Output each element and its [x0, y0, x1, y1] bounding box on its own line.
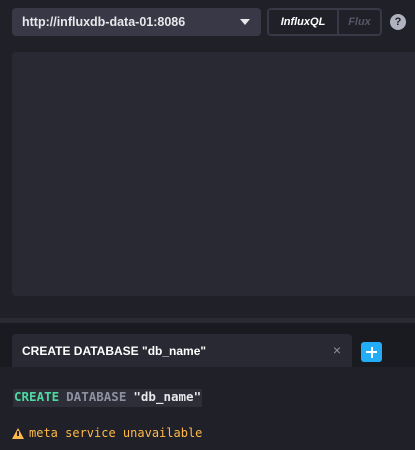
query-toolbar: http://influxdb-data-01:8086 InfluxQL Fl… [0, 0, 415, 44]
add-tab-button[interactable] [361, 342, 382, 362]
code-line: CREATE DATABASE "db_name" [13, 389, 203, 407]
close-icon[interactable]: × [331, 343, 343, 357]
query-tab-label: CREATE DATABASE "db_name" [22, 343, 207, 358]
data-source-dropdown[interactable]: http://influxdb-data-01:8086 [12, 8, 261, 36]
warning-icon [12, 427, 24, 439]
help-icon[interactable]: ? [390, 14, 406, 30]
error-message: meta service unavailable [12, 426, 202, 440]
results-panel [12, 52, 415, 296]
flux-toggle-button[interactable]: Flux [337, 10, 380, 34]
keyword-token: DATABASE [66, 389, 127, 404]
query-editor[interactable]: CREATE DATABASE "db_name" meta service u… [0, 367, 415, 450]
query-language-toggle: InfluxQL Flux [267, 8, 382, 36]
chevron-down-icon [240, 19, 250, 25]
data-source-url: http://influxdb-data-01:8086 [22, 15, 186, 29]
influxql-toggle-button[interactable]: InfluxQL [269, 10, 337, 34]
query-tab-bar: CREATE DATABASE "db_name" [0, 323, 415, 367]
string-token: "db_name" [133, 389, 202, 404]
keyword-token: CREATE [14, 389, 60, 404]
query-tab[interactable]: CREATE DATABASE "db_name" [12, 334, 352, 367]
error-text: meta service unavailable [29, 426, 203, 440]
